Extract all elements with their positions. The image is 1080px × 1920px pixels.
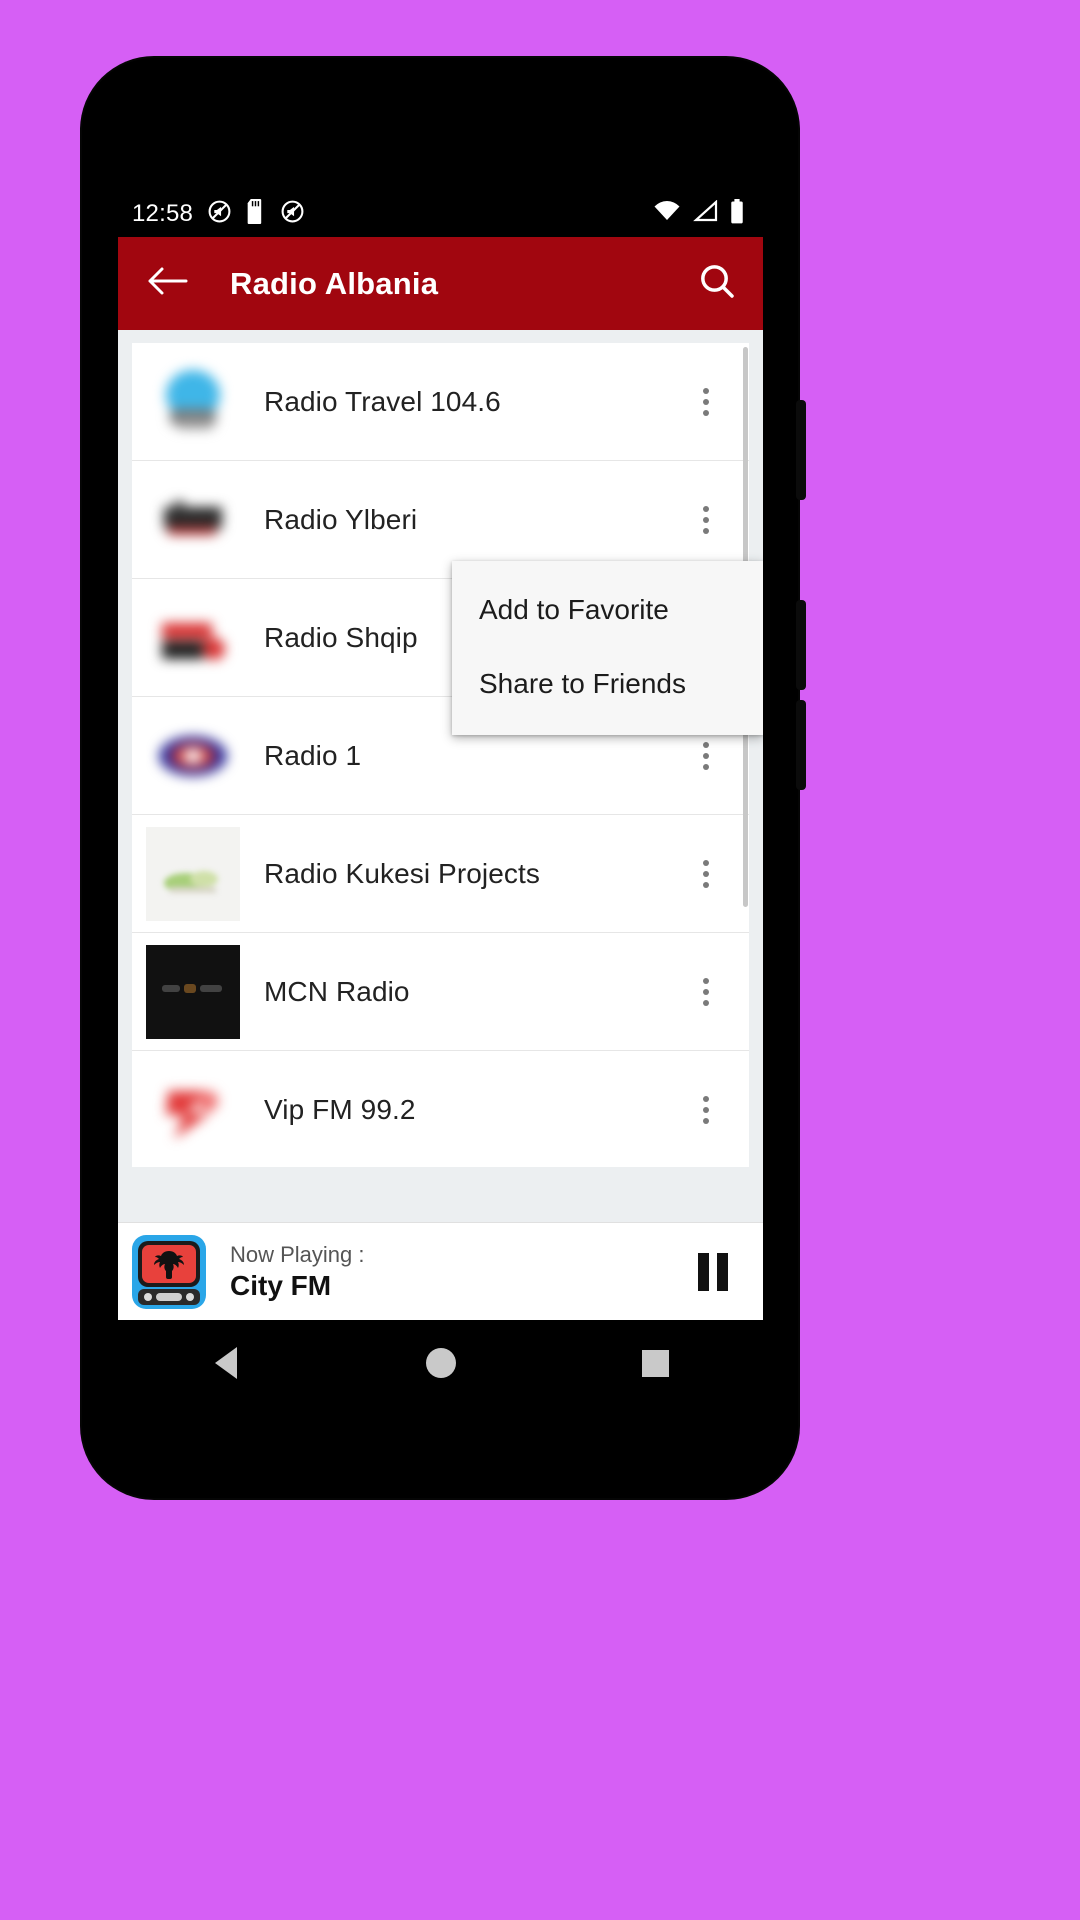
more-vert-icon[interactable] [681,839,731,909]
context-menu[interactable]: Add to Favorite Share to Friends [452,561,763,735]
menu-item-label: Share to Friends [479,668,686,699]
more-vert-icon[interactable] [681,1075,731,1145]
station-name: Radio 1 [264,739,362,771]
content-area: Radio Travel 104.6 Radio Ylberi Radio Sh… [118,330,763,1222]
more-vert-icon[interactable] [681,957,731,1027]
search-button[interactable] [693,260,741,308]
volume-up-button[interactable] [796,600,806,690]
menu-item-add-to-favorite[interactable]: Add to Favorite [452,573,763,647]
station-logo [146,709,240,803]
station-logo [146,591,240,685]
station-name: Vip FM 99.2 [264,1093,416,1125]
system-navigation-bar [118,1320,763,1406]
status-bar: 12:58 [118,190,763,237]
wifi-icon [653,200,681,227]
now-playing-label: Now Playing : [230,1241,365,1267]
station-logo [146,355,240,449]
nav-home-icon [425,1348,456,1378]
power-button[interactable] [796,400,806,500]
nav-recents-icon [642,1349,669,1377]
pause-icon[interactable] [687,1246,739,1298]
menu-item-share-to-friends[interactable]: Share to Friends [452,647,763,721]
battery-icon [729,198,745,229]
app-bar: Radio Albania [118,237,763,330]
table-row[interactable]: Radio Travel 104.6 [132,343,749,461]
albanian-flag-radio-icon [130,1233,208,1311]
nav-recents-button[interactable] [616,1333,696,1393]
menu-item-label: Add to Favorite [479,594,669,625]
signal-icon [692,199,718,227]
status-bar-right [653,198,745,229]
now-playing-texts: Now Playing : City FM [230,1242,365,1302]
no-sound-icon [207,199,232,229]
station-logo [146,1063,240,1157]
phone-screen: 12:58 Radio Albania Radio Travel 104.6 R… [118,190,763,1320]
page-title: Radio Albania [230,265,439,301]
nav-back-icon [214,1347,237,1379]
table-row[interactable]: Vip FM 99.2 [132,1051,749,1167]
search-icon [697,261,737,306]
table-row[interactable]: MCN Radio [132,933,749,1051]
no-sound-icon [280,199,305,229]
station-name: Radio Travel 104.6 [264,385,501,417]
station-logo [146,826,240,921]
more-vert-icon[interactable] [681,485,731,555]
station-name: MCN Radio [264,975,410,1007]
nav-back-button[interactable] [186,1333,266,1393]
back-button[interactable] [144,261,190,307]
more-vert-icon[interactable] [681,367,731,437]
status-bar-left: 12:58 [132,198,305,229]
station-name: Radio Kukesi Projects [264,857,541,889]
station-list[interactable]: Radio Travel 104.6 Radio Ylberi Radio Sh… [132,343,749,1167]
station-logo [146,944,240,1039]
now-playing-bar[interactable]: Now Playing : City FM [118,1222,763,1320]
nav-home-button[interactable] [401,1333,481,1393]
sd-card-icon [246,198,266,229]
table-row[interactable]: Radio Kukesi Projects [132,815,749,933]
now-playing-title: City FM [230,1269,332,1301]
station-name: Radio Ylberi [264,503,418,535]
arrow-back-icon [146,265,188,302]
status-clock: 12:58 [132,199,194,227]
station-logo [146,473,240,567]
volume-down-button[interactable] [796,700,806,790]
